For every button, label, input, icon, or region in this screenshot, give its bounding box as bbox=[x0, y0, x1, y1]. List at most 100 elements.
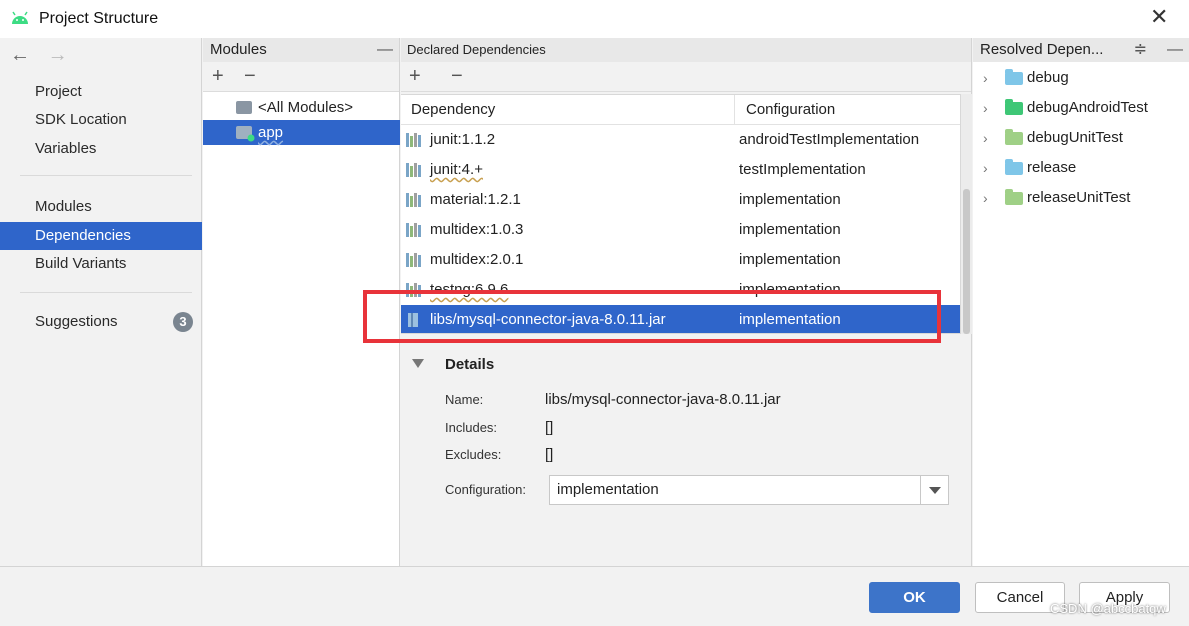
dependency-configuration: implementation bbox=[739, 251, 841, 268]
tree-item-debug[interactable]: › debug bbox=[973, 63, 1189, 93]
resolved-header-label: Resolved Depen... bbox=[980, 41, 1104, 58]
chevron-right-icon[interactable]: › bbox=[983, 153, 988, 183]
dependency-configuration: implementation bbox=[739, 221, 841, 238]
column-divider[interactable] bbox=[734, 95, 735, 125]
android-icon bbox=[12, 11, 28, 24]
table-row[interactable]: junit:4.+ testImplementation bbox=[401, 155, 960, 185]
module-item-label: <All Modules> bbox=[258, 99, 354, 116]
nav-item-suggestions[interactable]: Suggestions bbox=[0, 308, 202, 336]
resolved-dependencies-header: Resolved Depen... ≑ — bbox=[973, 38, 1189, 62]
configuration-dropdown-value: implementation bbox=[557, 481, 659, 498]
module-item-all-modules[interactable]: <All Modules> bbox=[203, 95, 400, 120]
module-item-label: app bbox=[258, 124, 284, 141]
modules-header-label: Modules bbox=[210, 41, 267, 58]
dropdown-arrow-button[interactable] bbox=[920, 476, 948, 504]
dependency-name: multidex:2.0.1 bbox=[430, 251, 524, 268]
remove-module-button[interactable]: − bbox=[244, 65, 256, 87]
collapse-triangle-icon[interactable] bbox=[412, 359, 424, 368]
dependency-configuration: implementation bbox=[739, 191, 841, 208]
nav-item-project[interactable]: Project bbox=[0, 78, 202, 106]
modules-header: Modules — bbox=[203, 38, 399, 62]
folder-icon bbox=[1005, 129, 1023, 145]
nav-item-variables[interactable]: Variables bbox=[0, 135, 202, 163]
back-arrow-icon[interactable]: ← bbox=[10, 44, 30, 66]
chevron-down-icon bbox=[929, 487, 941, 494]
folder-icon bbox=[1005, 99, 1023, 115]
configuration-dropdown[interactable]: implementation bbox=[549, 475, 949, 505]
library-icon bbox=[406, 163, 422, 177]
forward-arrow-icon[interactable]: → bbox=[48, 44, 68, 66]
add-module-button[interactable]: + bbox=[212, 65, 224, 87]
nav-item-sdk-location[interactable]: SDK Location bbox=[0, 106, 202, 134]
name-label: Name: bbox=[445, 392, 484, 407]
dependency-name: junit:4.+ bbox=[430, 161, 483, 178]
chevron-right-icon[interactable]: › bbox=[983, 63, 988, 93]
table-row[interactable]: material:1.2.1 implementation bbox=[401, 185, 960, 215]
table-header: Dependency Configuration bbox=[401, 95, 960, 125]
chevron-right-icon[interactable]: › bbox=[983, 123, 988, 153]
table-row[interactable]: multidex:1.0.3 implementation bbox=[401, 215, 960, 245]
table-scrollbar[interactable] bbox=[961, 94, 972, 334]
app-module-icon bbox=[236, 126, 255, 142]
declared-dependencies-header: Declared Dependencies bbox=[401, 38, 971, 62]
table-row[interactable]: junit:1.1.2 androidTestImplementation bbox=[401, 125, 960, 155]
tree-item-release[interactable]: › release bbox=[973, 153, 1189, 183]
tree-item-label: debug bbox=[1027, 69, 1069, 86]
tree-item-label: debugUnitTest bbox=[1027, 129, 1123, 146]
library-icon bbox=[406, 193, 422, 207]
excludes-label: Excludes: bbox=[445, 447, 502, 462]
module-item-app[interactable]: app bbox=[203, 120, 400, 145]
tree-item-label: releaseUnitTest bbox=[1027, 189, 1131, 206]
scrollbar-thumb[interactable] bbox=[963, 189, 970, 334]
includes-value: [] bbox=[545, 419, 554, 436]
folder-icon bbox=[1005, 159, 1023, 175]
library-icon bbox=[406, 223, 422, 237]
modules-icon bbox=[236, 101, 252, 114]
name-value: libs/mysql-connector-java-8.0.11.jar bbox=[545, 391, 781, 408]
tree-item-release-unit-test[interactable]: › releaseUnitTest bbox=[973, 183, 1189, 213]
details-title: Details bbox=[445, 356, 495, 373]
remove-dependency-button[interactable]: − bbox=[451, 65, 463, 87]
includes-label: Includes: bbox=[445, 420, 498, 435]
suggestions-count-badge: 3 bbox=[173, 312, 193, 332]
collapse-all-icon[interactable]: ≑ bbox=[1134, 38, 1147, 62]
resolved-dependencies-panel: Resolved Depen... ≑ — › debug › debugAnd… bbox=[973, 38, 1189, 566]
table-row[interactable]: multidex:2.0.1 implementation bbox=[401, 245, 960, 275]
modules-toolbar: + − bbox=[203, 62, 399, 92]
title-bar: Project Structure ✕ bbox=[0, 0, 1189, 38]
configuration-label: Configuration: bbox=[445, 482, 526, 497]
window-title: Project Structure bbox=[39, 10, 159, 27]
dependency-name: material:1.2.1 bbox=[430, 191, 521, 208]
ok-button[interactable]: OK bbox=[869, 582, 960, 613]
dependency-configuration: testImplementation bbox=[739, 161, 866, 178]
column-header-dependency[interactable]: Dependency bbox=[411, 101, 495, 118]
dependency-name: multidex:1.0.3 bbox=[430, 221, 524, 238]
column-header-configuration[interactable]: Configuration bbox=[746, 101, 835, 118]
dependencies-toolbar: + − bbox=[401, 62, 971, 92]
highlight-annotation bbox=[363, 290, 941, 343]
folder-icon bbox=[1005, 69, 1023, 85]
chevron-right-icon[interactable]: › bbox=[983, 183, 988, 213]
dependency-configuration: androidTestImplementation bbox=[739, 131, 920, 148]
library-icon bbox=[406, 253, 422, 267]
tree-item-debug-android-test[interactable]: › debugAndroidTest bbox=[973, 93, 1189, 123]
dialog-footer: OK Cancel Apply CSDN @abccbatqw bbox=[0, 566, 1189, 626]
chevron-right-icon[interactable]: › bbox=[983, 93, 988, 123]
nav-item-build-variants[interactable]: Build Variants bbox=[0, 250, 202, 278]
tree-item-debug-unit-test[interactable]: › debugUnitTest bbox=[973, 123, 1189, 153]
minimize-icon[interactable]: — bbox=[1167, 38, 1183, 62]
close-icon[interactable]: ✕ bbox=[1150, 6, 1168, 28]
add-dependency-button[interactable]: + bbox=[409, 65, 421, 87]
minimize-icon[interactable]: — bbox=[377, 38, 393, 62]
excludes-value: [] bbox=[545, 446, 554, 463]
nav-item-dependencies[interactable]: Dependencies bbox=[0, 222, 202, 250]
nav-divider bbox=[20, 292, 192, 293]
nav-item-modules[interactable]: Modules bbox=[0, 193, 202, 221]
folder-icon bbox=[1005, 189, 1023, 205]
dependency-name: junit:1.1.2 bbox=[430, 131, 496, 148]
nav-divider bbox=[20, 175, 192, 176]
tree-item-label: release bbox=[1027, 159, 1077, 176]
left-navigation: ← → Project SDK Location Variables Modul… bbox=[0, 38, 202, 566]
library-icon bbox=[406, 133, 422, 147]
watermark: CSDN @abccbatqw bbox=[1050, 601, 1166, 616]
